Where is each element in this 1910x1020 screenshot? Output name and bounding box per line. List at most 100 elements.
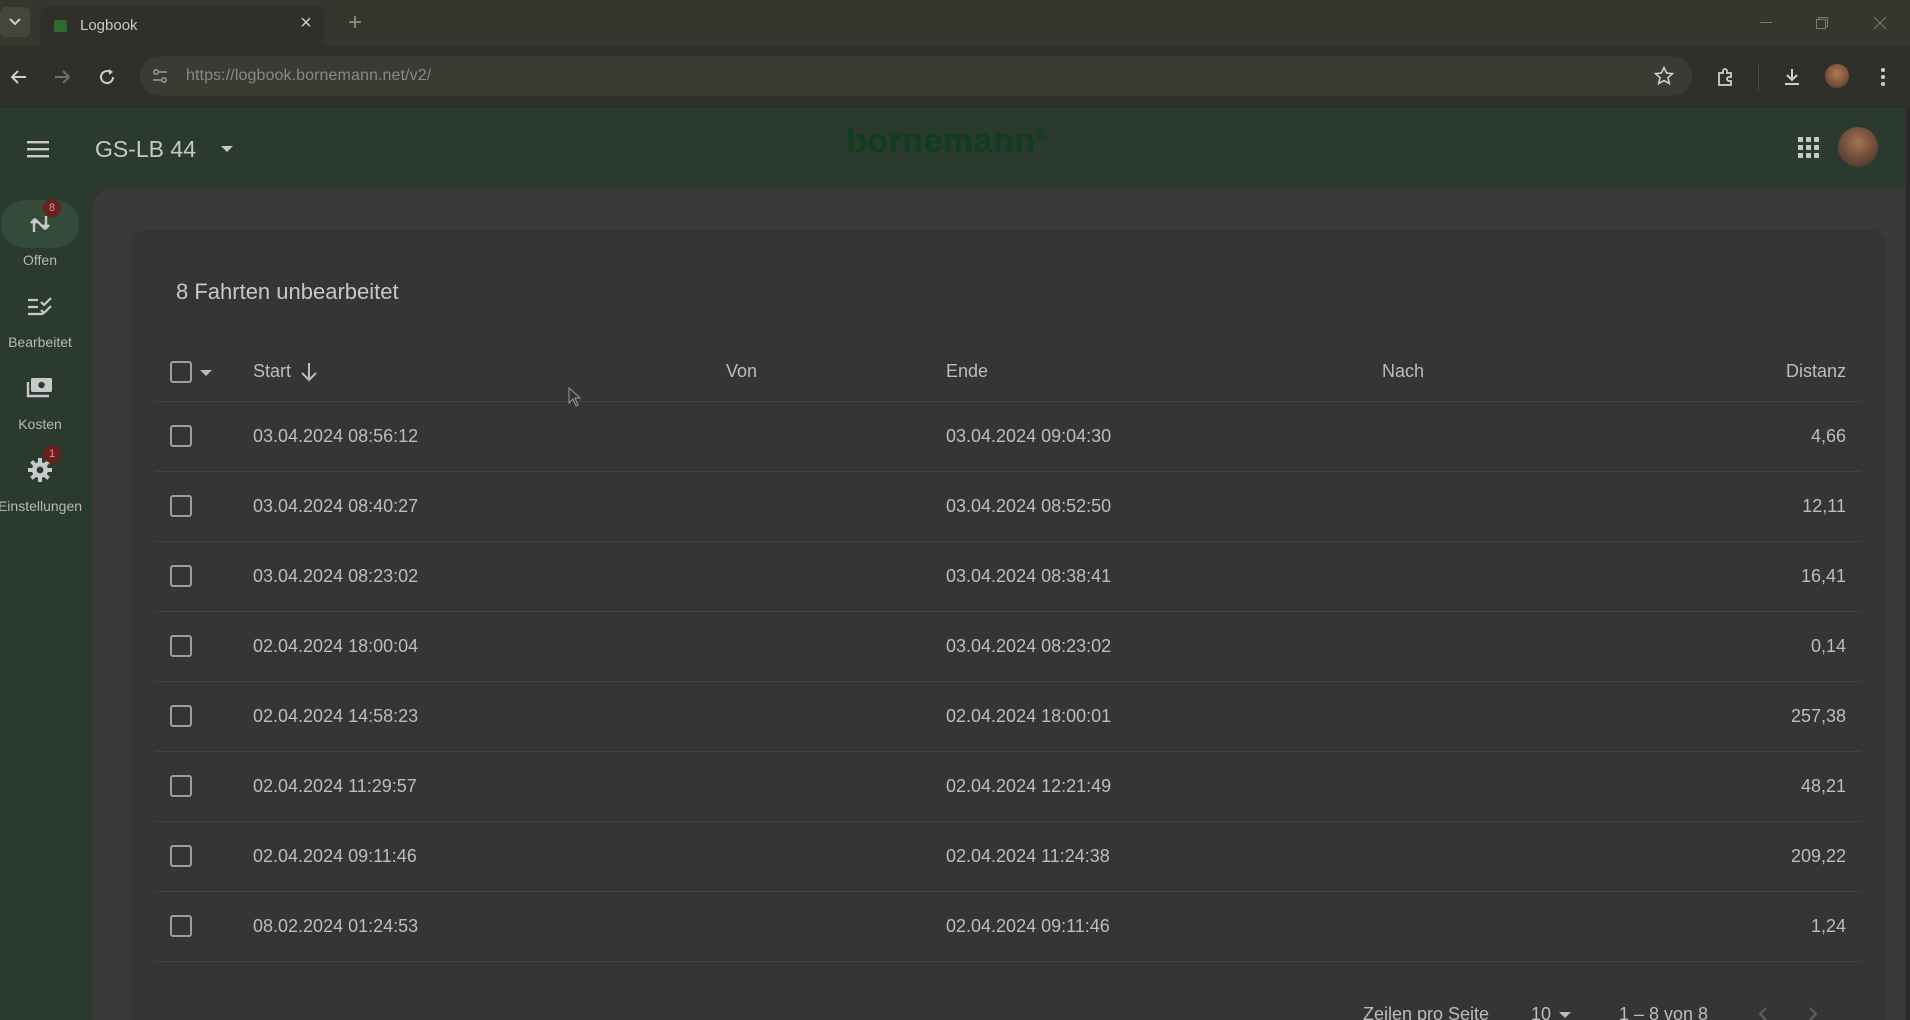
cell-distanz: 209,22 bbox=[1790, 846, 1846, 866]
cell-start: 02.04.2024 14:58:23 bbox=[253, 706, 419, 726]
sort-arrow-down-icon[interactable] bbox=[300, 362, 318, 382]
cell-distanz: 0,14 bbox=[1810, 636, 1846, 656]
cell-distanz: 1,24 bbox=[1810, 916, 1846, 936]
reload-button[interactable] bbox=[92, 62, 122, 92]
close-tab-icon[interactable]: × bbox=[295, 12, 317, 34]
cell-start: 03.04.2024 08:40:27 bbox=[253, 496, 419, 516]
checklist-icon bbox=[28, 297, 52, 316]
nav-pill-offen[interactable] bbox=[1, 200, 79, 248]
trips-card: 8 Fahrten unbearbeitet Start Von Ende Na… bbox=[132, 230, 1886, 1020]
forward-button[interactable] bbox=[47, 62, 77, 92]
download-icon bbox=[1785, 69, 1799, 85]
sidebar-item-label: Offen bbox=[23, 252, 57, 268]
cell-distanz: 257,38 bbox=[1790, 706, 1846, 726]
favicon-icon bbox=[54, 20, 67, 32]
cell-ende: 03.04.2024 08:38:41 bbox=[946, 566, 1112, 586]
next-page-icon[interactable] bbox=[1807, 1006, 1819, 1020]
badge-einstellungen: 1 bbox=[43, 445, 61, 463]
nav-pill-einstellungen[interactable] bbox=[1, 446, 79, 494]
cell-distanz: 4,66 bbox=[1810, 426, 1846, 446]
user-avatar[interactable] bbox=[1838, 127, 1878, 167]
star-icon[interactable] bbox=[1654, 66, 1674, 86]
arrow-right-icon bbox=[55, 70, 70, 84]
cell-start: 03.04.2024 08:56:12 bbox=[253, 426, 419, 446]
url-text: https://logbook.bornemann.net/v2/ bbox=[186, 67, 432, 84]
back-button[interactable] bbox=[4, 62, 34, 92]
apps-button[interactable] bbox=[1795, 134, 1823, 162]
menu-button[interactable] bbox=[24, 134, 54, 164]
cell-start: 02.04.2024 09:11:46 bbox=[253, 846, 417, 866]
new-tab-button[interactable]: + bbox=[340, 9, 370, 36]
cell-start: 08.02.2024 01:24:53 bbox=[253, 916, 419, 936]
table-row[interactable]: 03.04.2024 08:40:27 03.04.2024 08:52:50 … bbox=[156, 473, 1860, 542]
table-row[interactable]: 02.04.2024 18:00:04 03.04.2024 08:23:02 … bbox=[156, 613, 1860, 682]
chevron-down-icon bbox=[9, 18, 21, 26]
row-checkbox[interactable] bbox=[170, 635, 192, 657]
tab-search-button[interactable] bbox=[0, 7, 30, 37]
column-von[interactable]: Von bbox=[726, 361, 757, 382]
app-root: Logbook × + https://logbook.bornemann.ne… bbox=[0, 0, 1910, 1020]
table-row[interactable]: 03.04.2024 08:23:02 03.04.2024 08:38:41 … bbox=[156, 543, 1860, 612]
sidebar-item-label: Kosten bbox=[18, 416, 62, 432]
brand-mark: ® bbox=[1035, 126, 1048, 144]
column-nach[interactable]: Nach bbox=[1382, 361, 1424, 382]
restore-icon bbox=[1816, 17, 1828, 29]
page-scrollbar[interactable] bbox=[1906, 108, 1910, 1020]
row-checkbox[interactable] bbox=[170, 425, 192, 447]
minimize-button[interactable] bbox=[1744, 8, 1788, 38]
cell-start: 02.04.2024 18:00:04 bbox=[253, 636, 419, 656]
minimize-icon bbox=[1760, 22, 1772, 23]
sidebar-item-label: Einstellungen bbox=[0, 498, 83, 514]
prev-page-icon[interactable] bbox=[1757, 1006, 1769, 1020]
nav-pill-kosten[interactable] bbox=[1, 364, 79, 412]
row-checkbox[interactable] bbox=[170, 495, 192, 517]
nav-pill-bearbeitet[interactable] bbox=[1, 282, 79, 330]
table-row[interactable]: 02.04.2024 11:29:57 02.04.2024 12:21:49 … bbox=[156, 753, 1860, 822]
rows-per-page-caret-icon[interactable] bbox=[1559, 1012, 1571, 1018]
row-checkbox[interactable] bbox=[170, 705, 192, 727]
browser-menu-button[interactable] bbox=[1868, 62, 1898, 92]
rows-per-page-select[interactable]: 10 bbox=[1531, 1004, 1551, 1020]
cell-start: 03.04.2024 08:23:02 bbox=[253, 566, 419, 586]
row-checkbox[interactable] bbox=[170, 775, 192, 797]
table-row[interactable]: 02.04.2024 09:11:46 02.04.2024 11:24:38 … bbox=[156, 823, 1860, 892]
address-bar[interactable]: https://logbook.bornemann.net/v2/ bbox=[140, 56, 1692, 96]
vehicle-selector[interactable]: GS-LB 44 bbox=[95, 136, 196, 163]
row-checkbox[interactable] bbox=[170, 845, 192, 867]
column-start[interactable]: Start bbox=[253, 361, 291, 382]
table-row[interactable]: 02.04.2024 14:58:23 02.04.2024 18:00:01 … bbox=[156, 683, 1860, 752]
extensions-button[interactable] bbox=[1710, 62, 1740, 92]
column-ende[interactable]: Ende bbox=[946, 361, 988, 382]
cell-distanz: 16,41 bbox=[1800, 566, 1846, 586]
brand-logo: bornemann® bbox=[846, 122, 1048, 161]
money-icon bbox=[26, 378, 52, 398]
browser-tabbar: Logbook × + bbox=[0, 0, 1910, 46]
cell-ende: 02.04.2024 11:24:38 bbox=[946, 846, 1110, 866]
mouse-cursor-icon bbox=[568, 387, 582, 407]
sidebar-item-label: Bearbeitet bbox=[8, 334, 72, 350]
site-info-icon bbox=[153, 69, 167, 83]
cell-ende: 02.04.2024 18:00:01 bbox=[946, 706, 1112, 726]
close-window-button[interactable] bbox=[1858, 8, 1902, 38]
browser-tab[interactable]: Logbook × bbox=[40, 6, 324, 46]
row-checkbox[interactable] bbox=[170, 565, 192, 587]
brand-name: bornemann bbox=[846, 122, 1036, 160]
table-row[interactable]: 08.02.2024 01:24:53 02.04.2024 09:11:46 … bbox=[156, 893, 1860, 962]
main-content: 8 Fahrten unbearbeitet Start Von Ende Na… bbox=[92, 188, 1906, 1020]
rows-per-page-label: Zeilen pro Seite bbox=[1363, 1004, 1490, 1020]
profile-avatar[interactable] bbox=[1825, 64, 1849, 88]
select-all-checkbox[interactable] bbox=[170, 361, 192, 383]
kebab-menu-icon bbox=[1881, 68, 1885, 86]
app-header: GS-LB 44 bornemann® bbox=[0, 108, 1906, 188]
caret-down-icon[interactable] bbox=[221, 146, 233, 152]
select-menu-caret-icon[interactable] bbox=[200, 370, 212, 376]
sidebar-nav: 8 Offen Bearbeitet Kosten 1 Einstellunge… bbox=[0, 188, 92, 1020]
table-header: Start Von Ende Nach Distanz bbox=[156, 342, 1860, 402]
row-checkbox[interactable] bbox=[170, 915, 192, 937]
tab-title: Logbook bbox=[80, 17, 138, 34]
column-distanz[interactable]: Distanz bbox=[1786, 361, 1846, 382]
table-row[interactable]: 03.04.2024 08:56:12 03.04.2024 09:04:30 … bbox=[156, 403, 1860, 472]
restore-button[interactable] bbox=[1800, 8, 1844, 38]
close-icon bbox=[1874, 17, 1886, 29]
downloads-button[interactable] bbox=[1777, 62, 1807, 92]
